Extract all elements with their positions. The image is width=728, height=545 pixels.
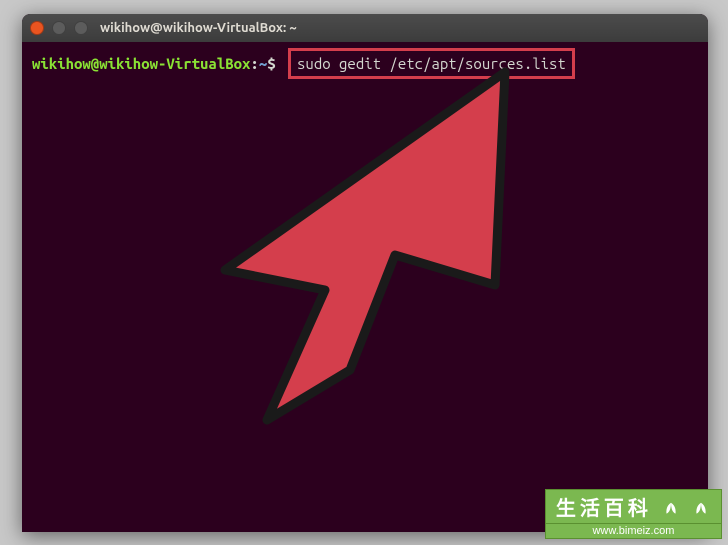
watermark-title: 生活百科 <box>545 489 722 524</box>
prompt-line: wikihow@wikihow-VirtualBox:~$ sudo gedit… <box>32 48 698 79</box>
terminal-window: wikihow@wikihow-VirtualBox: ~ wikihow@wi… <box>22 14 708 532</box>
prompt-user-host: wikihow@wikihow-VirtualBox <box>32 55 250 72</box>
prompt-dollar: $ <box>267 55 275 72</box>
highlighted-command: sudo gedit /etc/apt/sources.list <box>288 48 575 79</box>
window-titlebar[interactable]: wikihow@wikihow-VirtualBox: ~ <box>22 14 708 42</box>
minimize-button[interactable] <box>52 21 66 35</box>
terminal-body[interactable]: wikihow@wikihow-VirtualBox:~$ sudo gedit… <box>22 42 708 85</box>
maximize-button[interactable] <box>74 21 88 35</box>
window-title: wikihow@wikihow-VirtualBox: ~ <box>100 21 297 35</box>
close-button[interactable] <box>30 21 44 35</box>
leaf-icon <box>662 501 680 519</box>
leaf-icon <box>692 501 710 519</box>
watermark-url: www.bimeiz.com <box>545 524 722 539</box>
prompt-colon: : <box>250 55 258 72</box>
window-controls <box>30 21 88 35</box>
prompt-path: ~ <box>259 55 267 72</box>
watermark: 生活百科 www.bimeiz.com <box>545 489 722 539</box>
